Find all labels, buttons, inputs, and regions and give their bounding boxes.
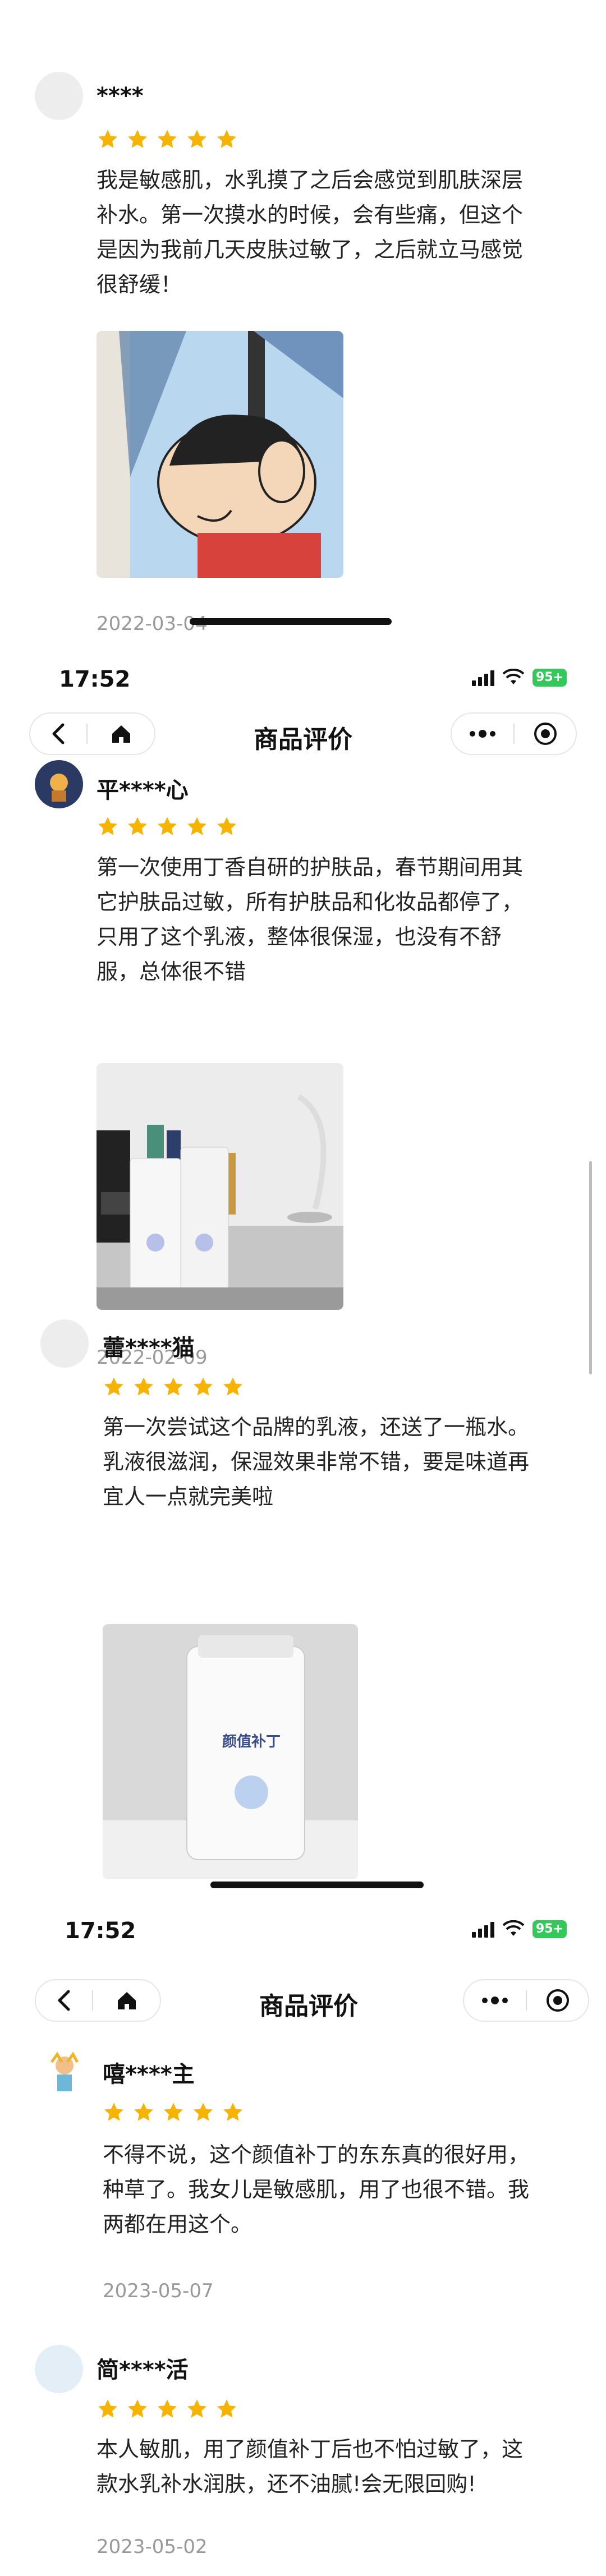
star-icon bbox=[187, 817, 206, 835]
home-indicator bbox=[190, 618, 392, 625]
reviewer-name: 简****活 bbox=[97, 2357, 189, 2383]
reviewer-name: 平****心 bbox=[97, 778, 189, 803]
review-date: 2023-05-02 bbox=[97, 2536, 208, 2558]
star-icon bbox=[194, 1377, 213, 1396]
review-text: 不得不说，这个颜值补丁的东东真的很好用， 种草了。我女儿是敏感肌，用了也很不错。… bbox=[103, 2142, 530, 2237]
rating-stars bbox=[103, 1376, 244, 1398]
avatar bbox=[40, 1319, 89, 1368]
review-photo[interactable] bbox=[97, 331, 343, 578]
nav-bar: 商品评价 bbox=[0, 708, 606, 758]
close-miniprogram-button[interactable] bbox=[515, 721, 576, 746]
star-icon bbox=[128, 2399, 147, 2418]
more-dots-icon bbox=[482, 1998, 488, 2003]
star-icon bbox=[187, 2399, 206, 2418]
close-miniprogram-button[interactable] bbox=[527, 1988, 588, 2013]
star-icon bbox=[223, 2103, 242, 2121]
bottle-label: 颜值补丁 bbox=[222, 1733, 281, 1750]
reviewer-name: **** bbox=[97, 83, 144, 109]
star-icon bbox=[158, 817, 177, 835]
cartoon-image bbox=[97, 331, 343, 578]
star-icon bbox=[134, 1377, 153, 1396]
star-icon bbox=[104, 2103, 123, 2121]
star-icon bbox=[187, 130, 206, 148]
home-indicator bbox=[210, 1882, 424, 1888]
star-icon bbox=[194, 2103, 213, 2121]
more-dots-icon bbox=[470, 731, 475, 737]
rating-stars bbox=[97, 128, 238, 150]
product-photo bbox=[97, 1063, 343, 1310]
wifi-icon bbox=[502, 1920, 525, 1936]
status-time: 17:52 bbox=[65, 1918, 136, 1944]
rating-stars bbox=[103, 2101, 244, 2123]
battery-icon: 95+ bbox=[532, 669, 567, 687]
target-icon bbox=[546, 1989, 569, 2012]
star-icon bbox=[134, 2103, 153, 2121]
avatar bbox=[35, 760, 83, 808]
more-button[interactable] bbox=[464, 1980, 526, 2021]
avatar bbox=[35, 72, 83, 120]
review-photo[interactable] bbox=[97, 1063, 343, 1310]
star-icon bbox=[217, 130, 236, 148]
review-text: 第一次尝试这个品牌的乳液，还送了一瓶水。 乳液很滋润，保湿效果非常不错，要是味道… bbox=[103, 1415, 530, 1509]
more-button[interactable] bbox=[452, 714, 513, 754]
star-icon bbox=[223, 1377, 242, 1396]
status-time: 17:52 bbox=[59, 666, 131, 692]
star-icon bbox=[98, 2399, 117, 2418]
review-date: 2023-05-07 bbox=[103, 2280, 214, 2302]
rating-stars bbox=[97, 2398, 238, 2420]
star-icon bbox=[158, 2399, 177, 2418]
star-icon bbox=[128, 817, 147, 835]
review-photo[interactable]: 颜值补丁 bbox=[103, 1624, 358, 1879]
signal-icon bbox=[471, 1921, 494, 1938]
review-text: 本人敏肌，用了颜值补丁后也不怕过敏了，这 款水乳补水润肤，还不油腻!会无限回购! bbox=[97, 2437, 524, 2496]
rating-stars bbox=[97, 815, 238, 838]
avatar bbox=[40, 2049, 89, 2097]
nav-capsule-right bbox=[451, 712, 577, 755]
signal-icon bbox=[471, 669, 494, 686]
star-icon bbox=[164, 1377, 183, 1396]
review-text: 第一次使用丁香自研的护肤品，春节期间用其 它护肤品过敏，所有护肤品和化妆品都停了… bbox=[97, 855, 524, 984]
scrollbar[interactable] bbox=[589, 1161, 592, 1374]
star-icon bbox=[217, 2399, 236, 2418]
status-bar: 17:52 95+ bbox=[0, 659, 606, 703]
target-icon bbox=[534, 723, 557, 745]
avatar-image bbox=[35, 760, 83, 808]
battery-icon: 95+ bbox=[532, 1920, 567, 1938]
product-photo: 颜值补丁 bbox=[103, 1624, 358, 1879]
star-icon bbox=[128, 130, 147, 148]
avatar bbox=[35, 2345, 83, 2393]
reviewer-name: 蕾****猫 bbox=[103, 1335, 195, 1361]
review-text: 我是敏感肌，水乳摸了之后会感觉到肌肤深层 补水。第一次摸水的时候，会有些痛，但这… bbox=[97, 168, 524, 297]
reviewer-name: 嘻****主 bbox=[103, 2062, 195, 2087]
wifi-icon bbox=[502, 669, 525, 684]
status-bar: 17:52 95+ bbox=[0, 1910, 606, 1955]
star-icon bbox=[98, 130, 117, 148]
nav-bar: 商品评价 bbox=[0, 1975, 606, 2025]
nav-capsule-right bbox=[463, 1979, 589, 2022]
avatar-image bbox=[40, 2049, 89, 2097]
star-icon bbox=[217, 817, 236, 835]
star-icon bbox=[164, 2103, 183, 2121]
star-icon bbox=[104, 1377, 123, 1396]
star-icon bbox=[158, 130, 177, 148]
star-icon bbox=[98, 817, 117, 835]
